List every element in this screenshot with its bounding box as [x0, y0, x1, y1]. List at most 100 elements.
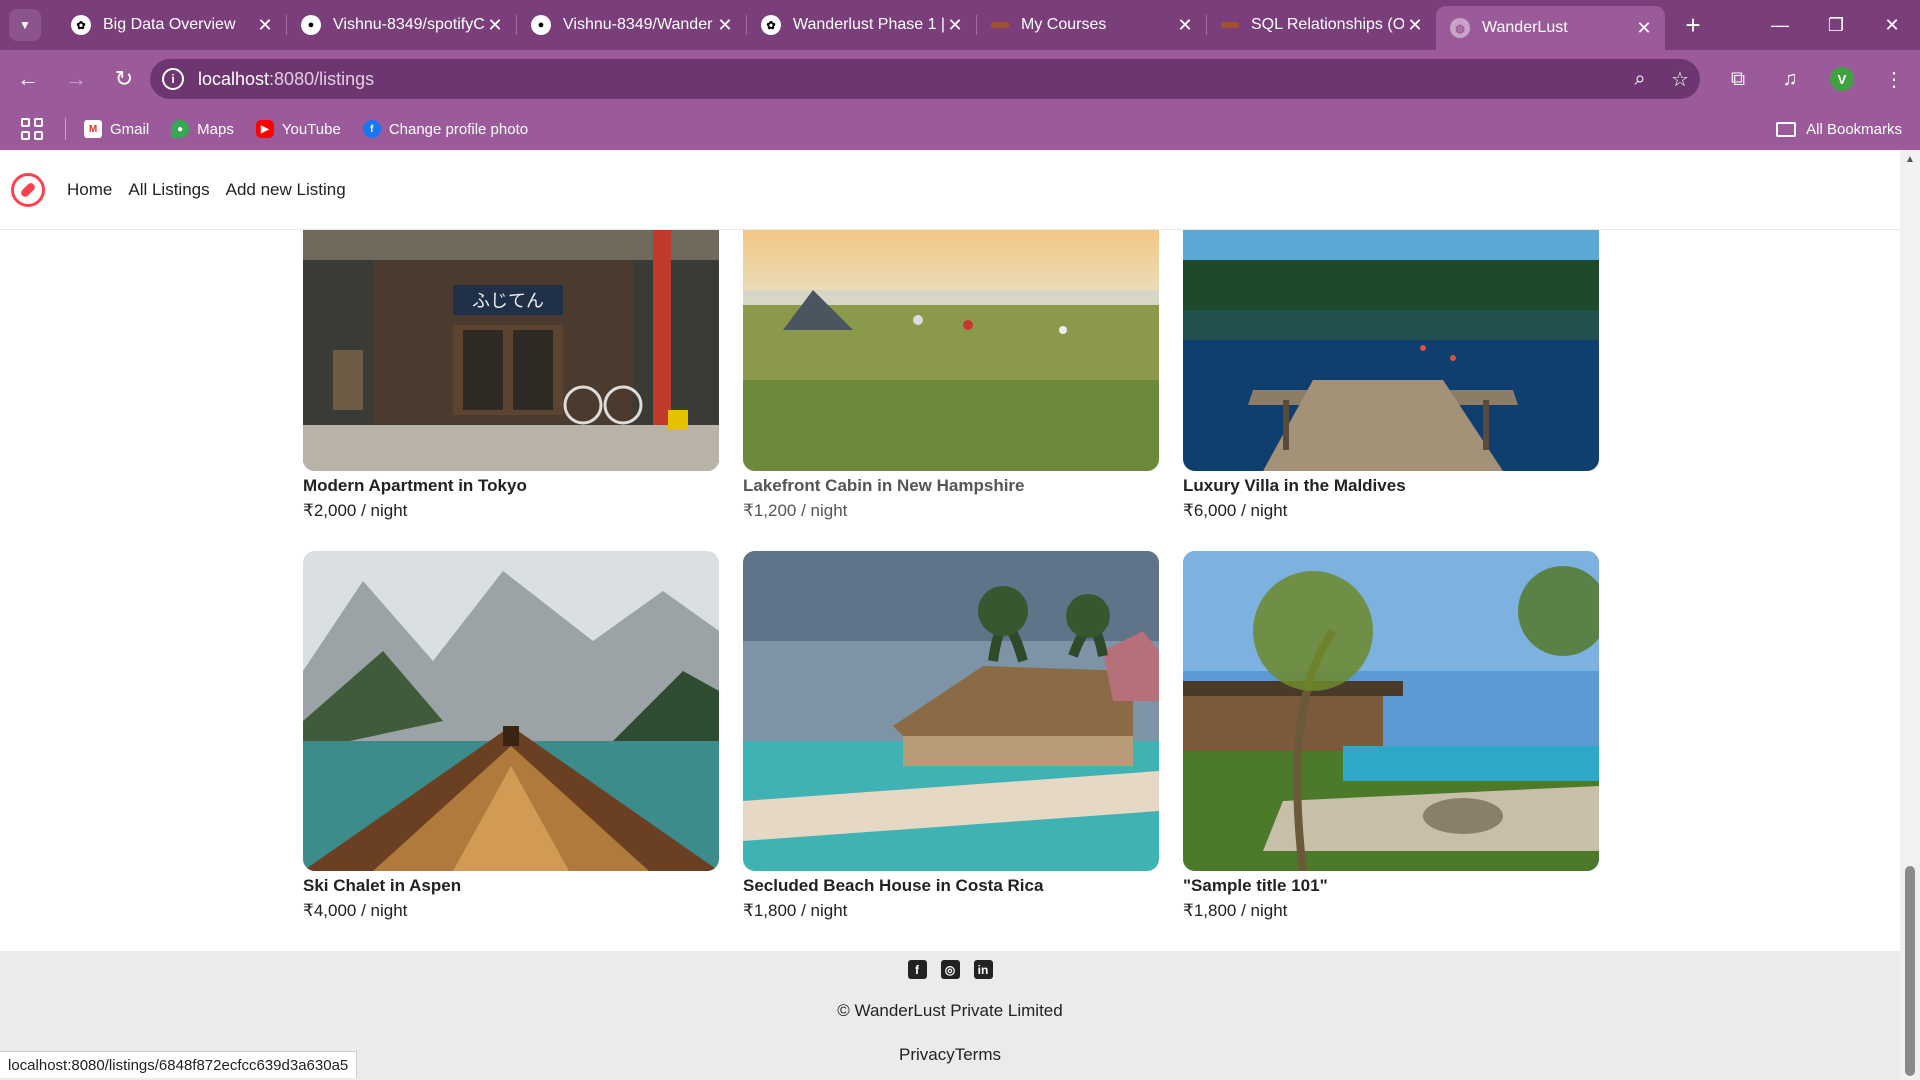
tab-4[interactable]: My Courses ✕: [977, 0, 1206, 50]
instagram-icon[interactable]: ◎: [940, 960, 960, 979]
svg-text:ふじてん: ふじてん: [472, 291, 544, 312]
url-text[interactable]: localhost:8080/listings: [198, 69, 1620, 90]
listing-card[interactable]: "Sample title 101" ₹1,800 / night: [1183, 551, 1599, 921]
copyright-text: © WanderLust Private Limited: [837, 1001, 1063, 1020]
arrow-left-icon: ←: [17, 66, 39, 91]
restore-button[interactable]: ❐: [1808, 0, 1864, 50]
linkedin-icon[interactable]: in: [973, 960, 993, 979]
github-icon: ●: [301, 15, 321, 35]
tab-title: Wanderlust Phase 1 |: [793, 16, 944, 33]
address-bar[interactable]: i localhost:8080/listings ⌕ ☆: [150, 59, 1700, 99]
window-controls: — ❐ ✕: [1752, 0, 1920, 50]
facebook-icon[interactable]: f: [907, 960, 927, 979]
bookmark-label: Maps: [197, 120, 234, 138]
new-tab-button[interactable]: +: [1675, 7, 1711, 43]
close-icon[interactable]: ✕: [714, 15, 736, 36]
listing-card[interactable]: ふじてん Modern Apartment in Tokyo ₹2,000 / …: [303, 230, 719, 521]
facebook-icon: f: [362, 120, 381, 138]
globe-icon: ◍: [1450, 18, 1470, 38]
openai-icon: ✿: [71, 15, 91, 35]
site-navbar: Home All Listings Add new Listing: [0, 150, 1900, 230]
tab-6-active[interactable]: ◍ WanderLust ✕: [1436, 6, 1665, 50]
page-viewport: Home All Listings Add new Listing ふじてん M…: [0, 150, 1900, 1080]
close-icon[interactable]: ✕: [484, 15, 506, 36]
listing-title[interactable]: Luxury Villa in the Maldives: [1183, 476, 1599, 496]
tab-title: Vishnu-8349/spotifyC: [333, 16, 484, 33]
tab-3[interactable]: ✿ Wanderlust Phase 1 | ✕: [747, 0, 976, 50]
listing-title[interactable]: Ski Chalet in Aspen: [303, 876, 719, 896]
bookmark-facebook[interactable]: f Change profile photo: [362, 120, 528, 138]
listing-price: ₹1,200 / night: [743, 501, 848, 520]
listing-card[interactable]: Luxury Villa in the Maldives ₹6,000 / ni…: [1183, 230, 1599, 521]
page-scrollbar[interactable]: ▲: [1900, 150, 1920, 1080]
course-icon: [991, 22, 1009, 28]
avatar: V: [1830, 67, 1854, 91]
bookmark-label: YouTube: [281, 120, 341, 138]
extensions-icon[interactable]: ⧉: [1718, 59, 1758, 99]
menu-icon[interactable]: ⋮: [1874, 59, 1914, 99]
star-icon[interactable]: ☆: [1660, 59, 1700, 99]
close-icon[interactable]: ✕: [944, 15, 966, 36]
close-icon[interactable]: ✕: [254, 15, 276, 36]
gmail-icon: M: [84, 120, 102, 138]
reload-button[interactable]: ↻: [104, 59, 144, 99]
bookmark-label: Gmail: [110, 120, 150, 138]
listing-image[interactable]: [303, 551, 719, 871]
close-icon[interactable]: ✕: [1633, 18, 1655, 39]
close-icon[interactable]: ✕: [1174, 15, 1196, 36]
minimize-button[interactable]: —: [1752, 0, 1808, 50]
tab-title: SQL Relationships (O: [1251, 16, 1404, 33]
listing-title[interactable]: Secluded Beach House in Costa Rica: [743, 876, 1159, 896]
tab-2[interactable]: ● Vishnu-8349/Wander ✕: [517, 0, 746, 50]
listing-title[interactable]: Lakefront Cabin in New Hampshire: [743, 476, 1159, 496]
tab-1[interactable]: ● Vishnu-8349/spotifyC ✕: [287, 0, 516, 50]
reload-icon: ↻: [114, 66, 134, 91]
all-bookmarks-label: All Bookmarks: [1806, 120, 1902, 138]
bookmark-maps[interactable]: ● Maps: [171, 120, 234, 138]
listing-image[interactable]: [743, 230, 1159, 471]
zoom-icon[interactable]: ⌕: [1620, 59, 1660, 99]
all-bookmarks-button[interactable]: All Bookmarks: [1776, 121, 1902, 138]
listing-title[interactable]: Modern Apartment in Tokyo: [303, 476, 719, 496]
bookmark-youtube[interactable]: ▶ YouTube: [255, 120, 341, 138]
scroll-up-icon[interactable]: ▲: [1900, 150, 1920, 170]
tab-title: WanderLust: [1482, 19, 1568, 36]
tab-search-button[interactable]: ▼: [9, 9, 41, 41]
folder-icon: [1776, 121, 1797, 137]
listing-card[interactable]: Lakefront Cabin in New Hampshire ₹1,200 …: [743, 230, 1159, 521]
terms-link[interactable]: Terms: [955, 1045, 1001, 1064]
nav-add-listing[interactable]: Add new Listing: [226, 180, 346, 200]
tab-0[interactable]: ✿ Big Data Overview ✕: [57, 0, 286, 50]
listing-image[interactable]: [1183, 230, 1599, 471]
tab-5[interactable]: SQL Relationships (O ✕: [1207, 0, 1436, 50]
bookmarks-bar: M Gmail ● Maps ▶ YouTube f Change profil…: [0, 108, 1920, 150]
close-icon[interactable]: ✕: [1404, 15, 1426, 36]
forward-button[interactable]: →: [56, 59, 96, 99]
profile-button[interactable]: V: [1822, 59, 1862, 99]
listing-image[interactable]: [1183, 551, 1599, 871]
bookmark-divider: [65, 118, 66, 140]
listing-image[interactable]: ふじてん: [303, 230, 719, 471]
social-links: f ◎ in: [0, 960, 1900, 979]
listing-price: ₹6,000 / night: [1183, 501, 1288, 520]
nav-home[interactable]: Home: [67, 180, 112, 200]
listing-image[interactable]: [743, 551, 1159, 871]
back-button[interactable]: ←: [8, 59, 48, 99]
site-info-icon[interactable]: i: [162, 68, 184, 90]
nav-all-listings[interactable]: All Listings: [128, 180, 209, 200]
privacy-link[interactable]: Privacy: [899, 1045, 955, 1064]
scrollbar-thumb[interactable]: [1905, 866, 1915, 1076]
close-window-button[interactable]: ✕: [1864, 0, 1920, 50]
listing-card[interactable]: Ski Chalet in Aspen ₹4,000 / night: [303, 551, 719, 921]
listing-card[interactable]: Secluded Beach House in Costa Rica ₹1,80…: [743, 551, 1159, 921]
apps-icon[interactable]: [21, 118, 43, 140]
media-icon[interactable]: ♫: [1770, 59, 1810, 99]
link-status-bar: localhost:8080/listings/6848f872ecfcc639…: [0, 1051, 358, 1078]
listing-price: ₹1,800 / night: [743, 901, 848, 920]
listing-title[interactable]: "Sample title 101": [1183, 876, 1599, 896]
compass-icon[interactable]: [11, 172, 45, 207]
arrow-right-icon: →: [65, 66, 87, 91]
tab-strip: ▼ ✿ Big Data Overview ✕ ● Vishnu-8349/sp…: [0, 0, 1920, 50]
bookmark-gmail[interactable]: M Gmail: [84, 120, 149, 138]
browser-toolbar: ← → ↻ i localhost:8080/listings ⌕ ☆ ⧉ ♫ …: [0, 50, 1920, 108]
